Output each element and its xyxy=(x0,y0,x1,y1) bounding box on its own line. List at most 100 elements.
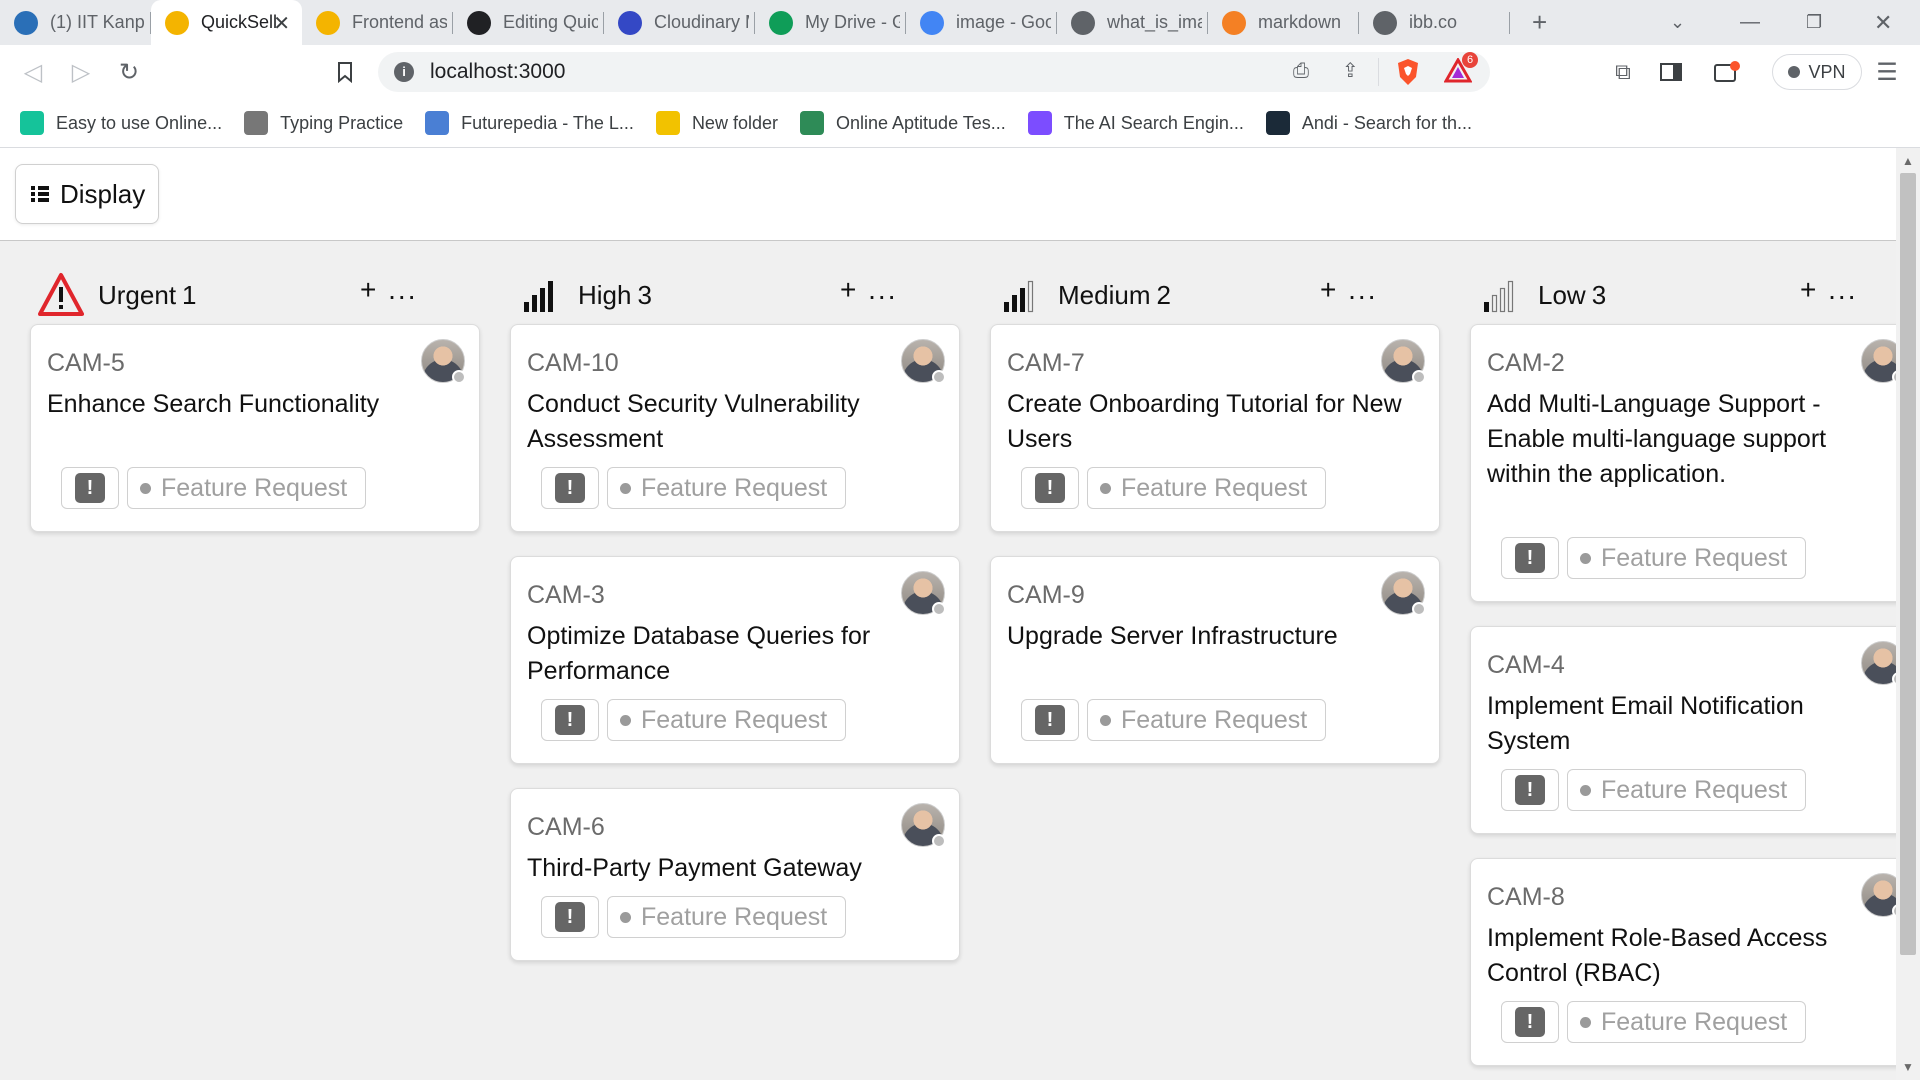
tab-separator xyxy=(1509,12,1510,34)
bookmark-item[interactable]: New folder xyxy=(655,111,778,135)
vpn-button[interactable]: VPN xyxy=(1772,54,1862,90)
app-header: Display xyxy=(0,148,1896,241)
ticket-id: CAM-7 xyxy=(1007,349,1085,377)
more-options-icon[interactable]: ... xyxy=(388,274,417,305)
bookmark-item[interactable]: Typing Practice xyxy=(244,111,403,135)
scroll-up-arrow-icon[interactable]: ▲ xyxy=(1902,154,1914,168)
more-options-icon[interactable]: ... xyxy=(868,274,897,305)
new-tab-button[interactable]: + xyxy=(1532,0,1547,45)
ticket-tags: ! Feature Request xyxy=(1021,699,1327,741)
restore-button[interactable]: ❐ xyxy=(1806,0,1822,45)
browser-tab[interactable]: Frontend assignment xyxy=(302,0,453,45)
menu-hamburger-icon[interactable]: ☰ xyxy=(1872,45,1902,99)
user-avatar[interactable] xyxy=(901,803,946,848)
feature-request-tag[interactable]: Feature Request xyxy=(127,467,367,509)
close-window-button[interactable]: ✕ xyxy=(1874,0,1892,45)
bookmark-item[interactable]: Easy to use Online... xyxy=(20,111,222,135)
priority-tag[interactable]: ! xyxy=(1501,1001,1559,1043)
add-card-icon[interactable]: + xyxy=(840,274,858,305)
browser-tab[interactable]: (1) IIT Kanpur xyxy=(0,0,151,45)
priority-tag[interactable]: ! xyxy=(61,467,119,509)
user-avatar[interactable] xyxy=(901,571,946,616)
share-icon[interactable]: ⇪ xyxy=(1342,58,1359,83)
aptitude-icon xyxy=(799,111,824,135)
ticket-card[interactable]: CAM-3 Optimize Database Queries for Perfo… xyxy=(510,556,960,764)
display-button[interactable]: Display xyxy=(15,164,159,224)
feature-request-tag[interactable]: Feature Request xyxy=(1567,1001,1807,1043)
ai-search-icon xyxy=(1027,111,1052,135)
tab-search-chevron-icon[interactable]: ⌄ xyxy=(1670,0,1685,45)
ticket-card[interactable]: CAM-2 Add Multi-Language Support - Enable… xyxy=(1470,324,1896,602)
column-actions: + ... xyxy=(840,274,897,306)
feature-request-tag[interactable]: Feature Request xyxy=(1567,537,1807,579)
add-card-icon[interactable]: + xyxy=(1320,274,1338,305)
add-card-icon[interactable]: + xyxy=(360,274,378,305)
tab-close-icon[interactable]: ✕ xyxy=(273,11,290,36)
site-info-icon[interactable]: i xyxy=(394,62,414,82)
brave-rewards-icon[interactable]: 6 xyxy=(1443,52,1478,89)
browser-tab[interactable]: ibb.co xyxy=(1359,0,1510,45)
forward-button[interactable]: ▷ xyxy=(66,45,96,99)
user-avatar[interactable] xyxy=(1381,571,1426,616)
install-app-icon[interactable]: ⎙ xyxy=(1293,60,1309,83)
feature-request-tag[interactable]: Feature Request xyxy=(1087,699,1327,741)
more-options-icon[interactable]: ... xyxy=(1348,274,1377,305)
priority-tag[interactable]: ! xyxy=(541,467,599,509)
feature-request-tag[interactable]: Feature Request xyxy=(607,467,847,509)
user-avatar[interactable] xyxy=(1381,339,1426,384)
ticket-id: CAM-3 xyxy=(527,581,605,609)
ticket-card[interactable]: CAM-9 Upgrade Server Infrastructure! Featu… xyxy=(990,556,1440,764)
priority-tag[interactable]: ! xyxy=(1021,467,1079,509)
sidebar-toggle-icon[interactable] xyxy=(1656,45,1686,99)
ticket-card[interactable]: CAM-5 Enhance Search Functionality! Featur… xyxy=(30,324,480,532)
reload-button[interactable]: ↻ xyxy=(114,45,144,99)
bookmark-item[interactable]: Andi - Search for th... xyxy=(1265,111,1472,135)
tab-title: (1) IIT Kanpur xyxy=(50,12,145,32)
priority-tag[interactable]: ! xyxy=(1021,699,1079,741)
ticket-card[interactable]: CAM-8 Implement Role-Based Access Control… xyxy=(1470,858,1896,1066)
ticket-card[interactable]: CAM-10 Conduct Security Vulnerability Ass… xyxy=(510,324,960,532)
priority-tag[interactable]: ! xyxy=(541,699,599,741)
ticket-card[interactable]: CAM-4 Implement Email Notification System… xyxy=(1470,626,1896,834)
back-button[interactable]: ◁ xyxy=(18,45,48,99)
brave-shields-icon[interactable] xyxy=(1396,58,1420,91)
ticket-tags: ! Feature Request xyxy=(61,467,367,509)
priority-tag[interactable]: ! xyxy=(1501,537,1559,579)
feature-request-tag[interactable]: Feature Request xyxy=(1567,769,1807,811)
browser-tab[interactable]: markdown xyxy=(1208,0,1359,45)
user-avatar[interactable] xyxy=(1861,641,1896,686)
address-bar[interactable]: i localhost:3000 ⎙ ⇪ 6 xyxy=(378,52,1490,92)
browser-tab[interactable]: what_is_image xyxy=(1057,0,1208,45)
user-avatar[interactable] xyxy=(421,339,466,384)
wallet-icon[interactable] xyxy=(1712,45,1742,99)
scroll-down-arrow-icon[interactable]: ▼ xyxy=(1902,1060,1914,1074)
minimize-button[interactable]: — xyxy=(1740,0,1760,45)
ticket-card[interactable]: CAM-7 Create Onboarding Tutorial for New … xyxy=(990,324,1440,532)
browser-tab[interactable]: image - Google xyxy=(906,0,1057,45)
scrollbar-thumb[interactable] xyxy=(1900,173,1916,955)
bookmark-page-icon[interactable] xyxy=(330,45,360,99)
bookmark-item[interactable]: Futurepedia - The L... xyxy=(425,111,634,135)
bookmark-item[interactable]: Online Aptitude Tes... xyxy=(799,111,1006,135)
browser-tab[interactable]: My Drive - Google xyxy=(755,0,906,45)
add-card-icon[interactable]: + xyxy=(1800,274,1818,305)
feature-request-tag[interactable]: Feature Request xyxy=(607,896,847,938)
browser-tab[interactable]: Editing QuickSell xyxy=(453,0,604,45)
user-status-dot xyxy=(932,834,946,848)
page-scrollbar[interactable]: ▲ ▼ xyxy=(1896,148,1920,1080)
feature-request-tag[interactable]: Feature Request xyxy=(607,699,847,741)
priority-tag[interactable]: ! xyxy=(1501,769,1559,811)
address-url[interactable]: localhost:3000 xyxy=(430,60,565,84)
extensions-puzzle-icon[interactable]: ⧉ xyxy=(1608,45,1638,99)
more-options-icon[interactable]: ... xyxy=(1828,274,1857,305)
bookmark-item[interactable]: The AI Search Engin... xyxy=(1027,111,1244,135)
exclamation-icon: ! xyxy=(555,902,585,932)
ticket-card[interactable]: CAM-6 Third-Party Payment Gateway! Feature… xyxy=(510,788,960,961)
user-avatar[interactable] xyxy=(1861,339,1896,384)
user-avatar[interactable] xyxy=(1861,873,1896,918)
browser-tab[interactable]: QuickSell ✕ xyxy=(151,0,302,45)
feature-request-tag[interactable]: Feature Request xyxy=(1087,467,1327,509)
priority-tag[interactable]: ! xyxy=(541,896,599,938)
user-avatar[interactable] xyxy=(901,339,946,384)
browser-tab[interactable]: Cloudinary Media xyxy=(604,0,755,45)
